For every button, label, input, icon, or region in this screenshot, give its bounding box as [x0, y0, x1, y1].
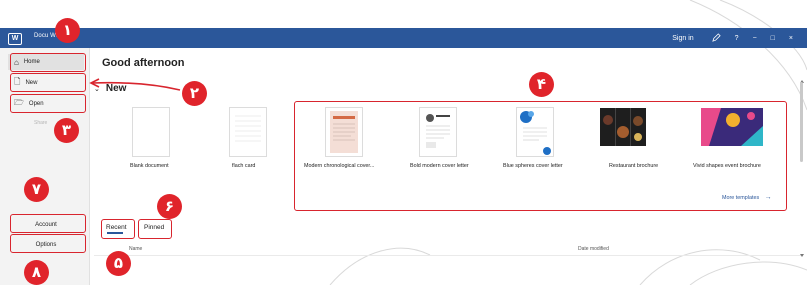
template-thumb-flash-card[interactable] — [230, 108, 266, 156]
highlight-options — [10, 234, 86, 253]
new-section-label: New — [105, 83, 127, 94]
highlight-new — [10, 73, 86, 92]
template-thumb-vivid-shapes[interactable] — [701, 108, 763, 146]
template-thumb-blank[interactable] — [133, 108, 169, 156]
scrollbar-thumb[interactable] — [800, 82, 803, 162]
minimize-button[interactable]: − — [753, 35, 757, 42]
highlight-home — [10, 53, 86, 72]
template-label: Blue spheres cover letter — [503, 163, 563, 169]
template-label: Bold modern cover letter — [410, 163, 469, 169]
annotation-badge-5: ۵ — [106, 251, 131, 276]
template-label: Vivid shapes event brochure — [693, 163, 761, 169]
annotation-badge-6: ۶ — [157, 194, 182, 219]
tab-recent[interactable]: Recent — [106, 224, 127, 231]
annotation-badge-2: ۲ — [182, 81, 207, 106]
title-bar-controls: Sign in ? − □ × — [672, 28, 807, 48]
title-bar: W Docu Word Sign in ? − □ × — [0, 28, 807, 48]
annotation-badge-4: ۴ — [529, 72, 554, 97]
tab-recent-underline — [107, 232, 123, 234]
template-label: Blank document — [130, 163, 169, 169]
sidebar-item-share[interactable]: Share — [34, 120, 47, 126]
highlight-account — [10, 214, 86, 233]
help-button[interactable]: ? — [735, 35, 739, 42]
template-thumb-restaurant-brochure[interactable] — [600, 108, 646, 146]
pen-icon[interactable] — [711, 32, 721, 44]
annotation-badge-1: ۱ — [55, 18, 80, 43]
divider — [94, 255, 801, 256]
maximize-button[interactable]: □ — [771, 35, 775, 42]
more-templates-link[interactable]: More templates → — [722, 194, 772, 201]
template-thumb-blue-spheres[interactable] — [517, 108, 553, 156]
sign-in-link[interactable]: Sign in — [672, 35, 693, 42]
arrow-right-icon: → — [764, 194, 772, 201]
tab-pinned[interactable]: Pinned — [144, 224, 164, 231]
more-templates-label: More templates — [722, 195, 760, 201]
template-thumb-modern-chronological[interactable] — [326, 108, 362, 156]
close-button[interactable]: × — [789, 35, 793, 42]
annotation-badge-8: ۸ — [24, 260, 49, 285]
chevron-down-icon: ⌄ — [94, 86, 100, 93]
vertical-scrollbar[interactable] — [799, 72, 805, 258]
column-header-name[interactable]: Name — [129, 246, 142, 252]
template-thumb-bold-modern[interactable] — [420, 108, 456, 156]
greeting-heading: Good afternoon — [102, 57, 185, 69]
column-header-date-modified[interactable]: Date modified — [578, 246, 609, 252]
scroll-down-arrow-icon[interactable] — [799, 252, 805, 258]
highlight-open — [10, 94, 86, 113]
template-label: Modern chronological cover... — [304, 163, 375, 169]
template-label: Restaurant brochure — [609, 163, 659, 169]
template-label: flach card — [232, 163, 256, 169]
new-section-heading[interactable]: ⌄ New — [94, 83, 126, 94]
word-icon: W — [8, 33, 22, 45]
annotation-badge-3: ۳ — [54, 118, 79, 143]
annotation-badge-7: ۷ — [24, 177, 49, 202]
